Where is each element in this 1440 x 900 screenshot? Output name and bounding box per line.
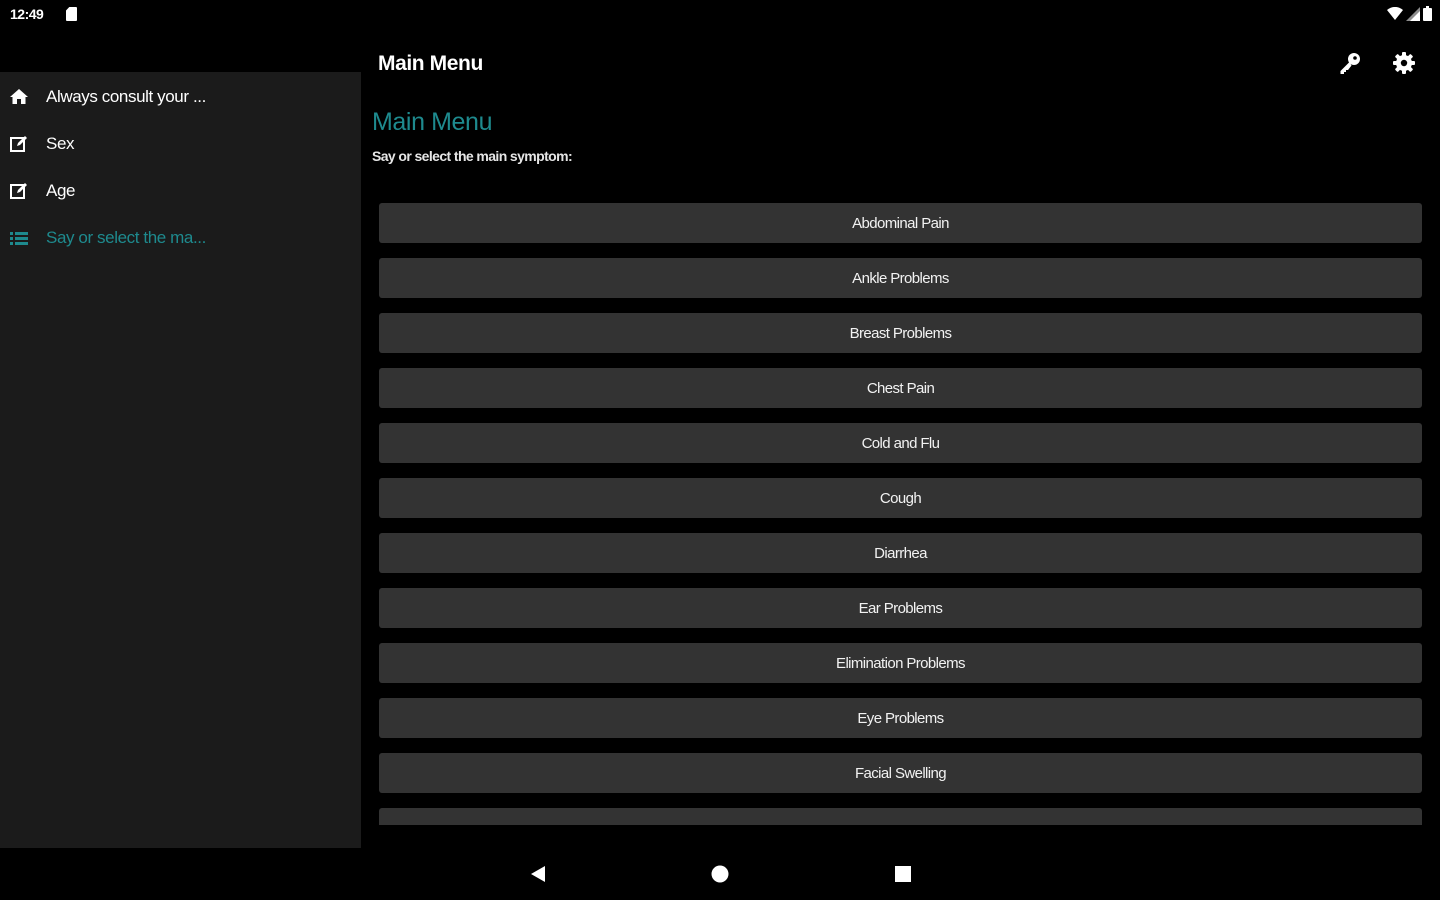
sidebar: Always consult your ... Sex Age Say or s…	[0, 72, 361, 848]
home-icon	[9, 87, 29, 107]
status-bar: 12:49	[0, 0, 1440, 30]
sidebar-item-main-symptom[interactable]: Say or select the ma...	[0, 216, 361, 260]
sidebar-item-disclaimer[interactable]: Always consult your ...	[0, 75, 361, 119]
content-subheading: Say or select the main symptom:	[372, 148, 573, 164]
symptom-button[interactable]: Breast Problems	[379, 313, 1422, 353]
content-heading: Main Menu	[372, 108, 493, 136]
sd-card-icon	[66, 7, 77, 21]
sidebar-item-sex[interactable]: Sex	[0, 122, 361, 166]
sidebar-item-age[interactable]: Age	[0, 169, 361, 213]
symptom-button[interactable]: Abdominal Pain	[379, 203, 1422, 243]
list-icon	[9, 228, 29, 248]
status-time: 12:49	[10, 6, 44, 22]
key-icon[interactable]	[1337, 50, 1363, 76]
symptom-button[interactable]: Ankle Problems	[379, 258, 1422, 298]
edit-icon	[9, 181, 29, 201]
symptom-button[interactable]: Facial Swelling	[379, 753, 1422, 793]
home-circle-icon[interactable]	[708, 862, 732, 886]
status-icons	[1387, 6, 1432, 21]
sidebar-item-label: Say or select the ma...	[46, 228, 206, 247]
app-title: Main Menu	[378, 52, 483, 75]
back-icon[interactable]	[526, 862, 550, 886]
symptom-list: Abdominal Pain Ankle Problems Breast Pro…	[379, 203, 1422, 825]
sidebar-item-label: Always consult your ...	[46, 87, 206, 106]
symptom-button[interactable]: Cold and Flu	[379, 423, 1422, 463]
symptom-button[interactable]: Elimination Problems	[379, 643, 1422, 683]
symptom-button[interactable]: Chest Pain	[379, 368, 1422, 408]
symptom-button[interactable]: Eye Problems	[379, 698, 1422, 738]
wifi-icon	[1387, 6, 1403, 20]
sidebar-item-label: Age	[46, 181, 76, 200]
battery-icon	[1423, 6, 1432, 21]
symptom-button[interactable]: Diarrhea	[379, 533, 1422, 573]
symptom-button[interactable]	[379, 808, 1422, 825]
symptom-button[interactable]: Cough	[379, 478, 1422, 518]
gear-icon[interactable]	[1391, 50, 1417, 76]
recents-icon[interactable]	[891, 862, 915, 886]
edit-icon	[9, 134, 29, 154]
system-navigation-bar	[0, 848, 1440, 900]
symptom-button[interactable]: Ear Problems	[379, 588, 1422, 628]
cellular-signal-icon	[1406, 6, 1420, 21]
sidebar-item-label: Sex	[46, 134, 75, 153]
